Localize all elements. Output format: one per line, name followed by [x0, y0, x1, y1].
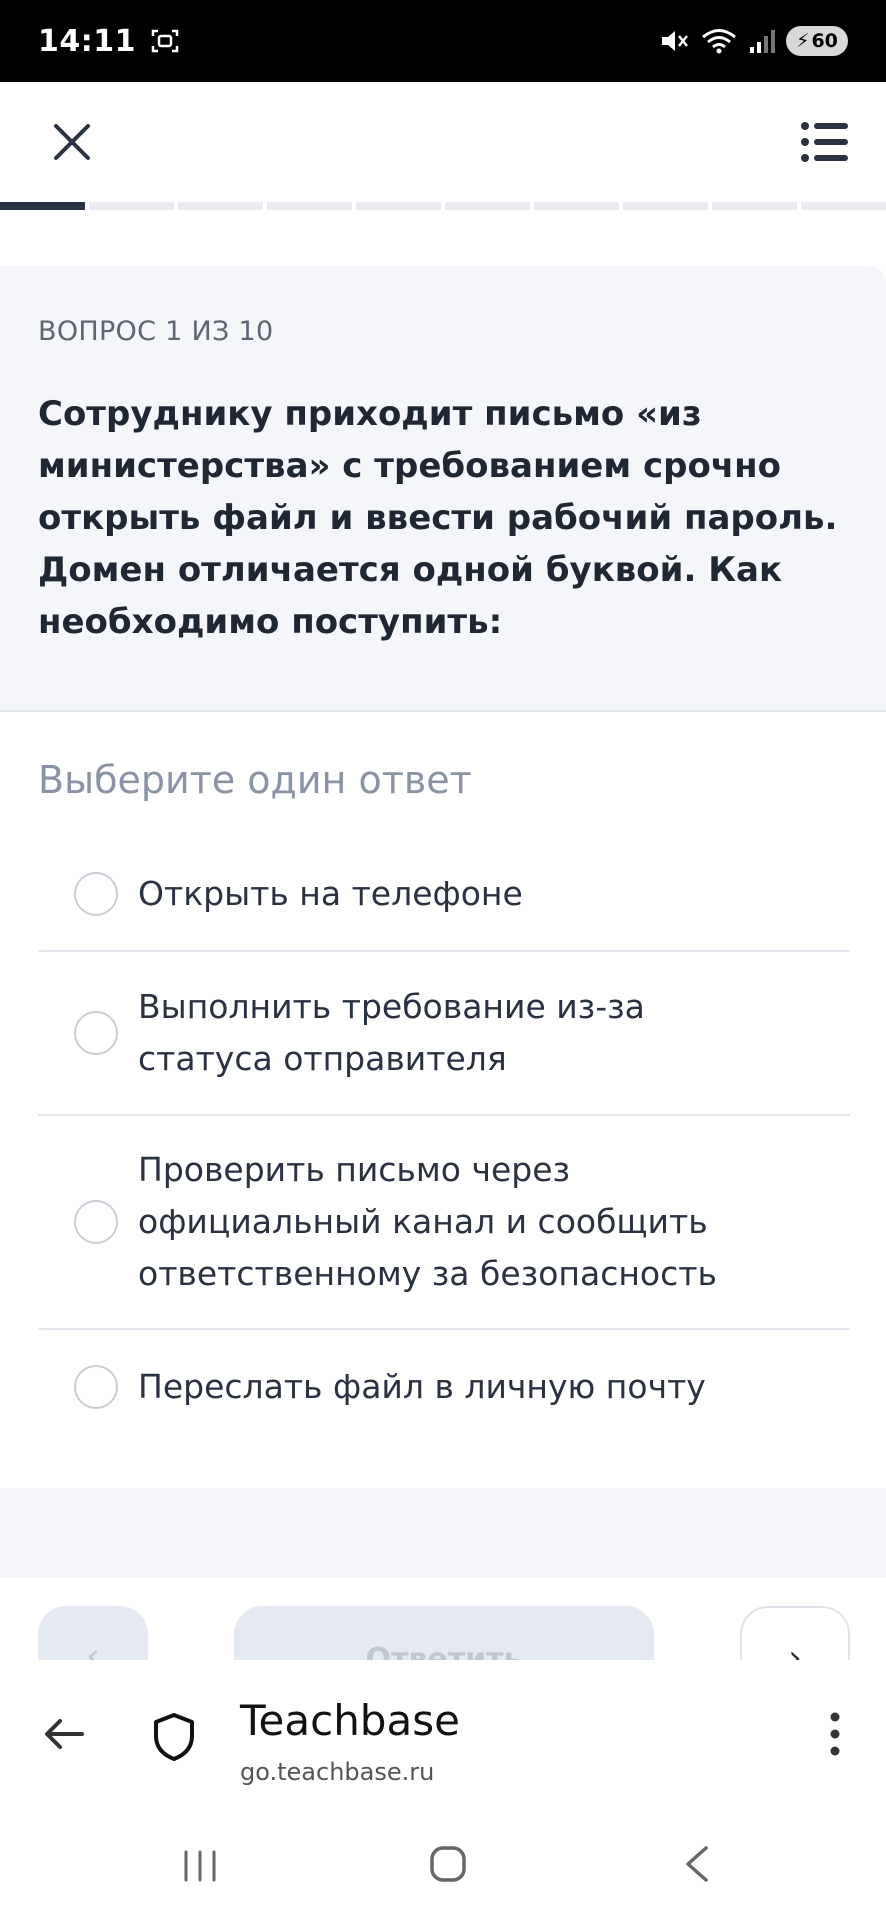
arrow-left-icon[interactable]	[42, 1712, 86, 1756]
status-icons: ⚡ 60	[658, 26, 848, 56]
chevron-left-icon: ‹	[86, 1636, 100, 1660]
home-icon[interactable]	[428, 1844, 468, 1884]
signal-icon	[750, 30, 775, 53]
answer-option-2[interactable]: Выполнить требование из-за статуса отпра…	[38, 952, 850, 1116]
screen: 14:11 ⚡ 60 ВОПРОС 1 ИЗ 10 Сотруднику при…	[0, 0, 886, 1920]
previous-question-button[interactable]: ‹	[38, 1606, 148, 1660]
close-icon[interactable]	[48, 118, 96, 166]
progress-segment	[89, 202, 174, 210]
status-time: 14:11	[38, 23, 136, 59]
radio-button[interactable]	[74, 1200, 118, 1244]
recents-icon[interactable]	[180, 1848, 220, 1884]
progress-segment	[712, 202, 797, 210]
quiz-header	[0, 82, 886, 202]
question-list-icon[interactable]	[800, 118, 850, 166]
answer-label: Переслать файл в личную почту	[138, 1367, 706, 1406]
status-bar: 14:11 ⚡ 60	[0, 0, 886, 82]
question-card: ВОПРОС 1 ИЗ 10 Сотруднику приходит письм…	[0, 266, 886, 712]
back-icon[interactable]	[682, 1844, 712, 1884]
answer-label: Открыть на телефоне	[138, 874, 523, 913]
quiz-progress	[0, 202, 886, 212]
battery-indicator: ⚡ 60	[786, 26, 848, 56]
answer-list: Открыть на телефоне Выполнить требование…	[38, 838, 850, 1444]
question-counter: ВОПРОС 1 ИЗ 10	[38, 316, 274, 347]
progress-segment	[178, 202, 263, 210]
answer-option-1[interactable]: Открыть на телефоне	[38, 838, 850, 952]
radio-button[interactable]	[74, 872, 118, 916]
answer-label: Выполнить требование из-за статуса отпра…	[138, 987, 645, 1078]
progress-segment	[356, 202, 441, 210]
progress-segment	[0, 202, 85, 210]
more-vertical-icon[interactable]	[828, 1710, 842, 1758]
screen-record-icon	[151, 29, 179, 53]
progress-segment	[267, 202, 352, 210]
chevron-right-icon: ›	[788, 1638, 802, 1660]
system-nav-bar	[0, 1810, 886, 1920]
content-footer-spacer	[0, 1488, 886, 1578]
mute-icon	[662, 31, 688, 51]
next-question-button[interactable]: ›	[740, 1606, 850, 1660]
progress-segment	[445, 202, 530, 210]
answer-option-3[interactable]: Проверить письмо через официальный канал…	[38, 1116, 850, 1330]
quiz-actions: ‹ Ответить ›	[0, 1578, 886, 1660]
answer-label: Проверить письмо через официальный канал…	[138, 1150, 717, 1293]
browser-bar: Teachbase go.teachbase.ru	[0, 1660, 886, 1810]
progress-segment	[534, 202, 619, 210]
answer-hint: Выберите один ответ	[38, 758, 472, 802]
battery-saver-icon: ⚡	[796, 30, 810, 52]
radio-button[interactable]	[74, 1365, 118, 1409]
battery-level: 60	[811, 30, 838, 52]
radio-button[interactable]	[74, 1011, 118, 1055]
site-title[interactable]: Teachbase	[240, 1696, 460, 1745]
wifi-icon	[702, 29, 736, 54]
progress-segment	[623, 202, 708, 210]
question-text: Сотруднику приходит письмо «из министерс…	[38, 394, 838, 642]
shield-icon[interactable]	[152, 1712, 196, 1762]
progress-segment	[801, 202, 886, 210]
answer-option-4[interactable]: Переслать файл в личную почту	[38, 1330, 850, 1444]
submit-answer-button[interactable]: Ответить	[234, 1606, 654, 1660]
site-url[interactable]: go.teachbase.ru	[240, 1758, 434, 1786]
